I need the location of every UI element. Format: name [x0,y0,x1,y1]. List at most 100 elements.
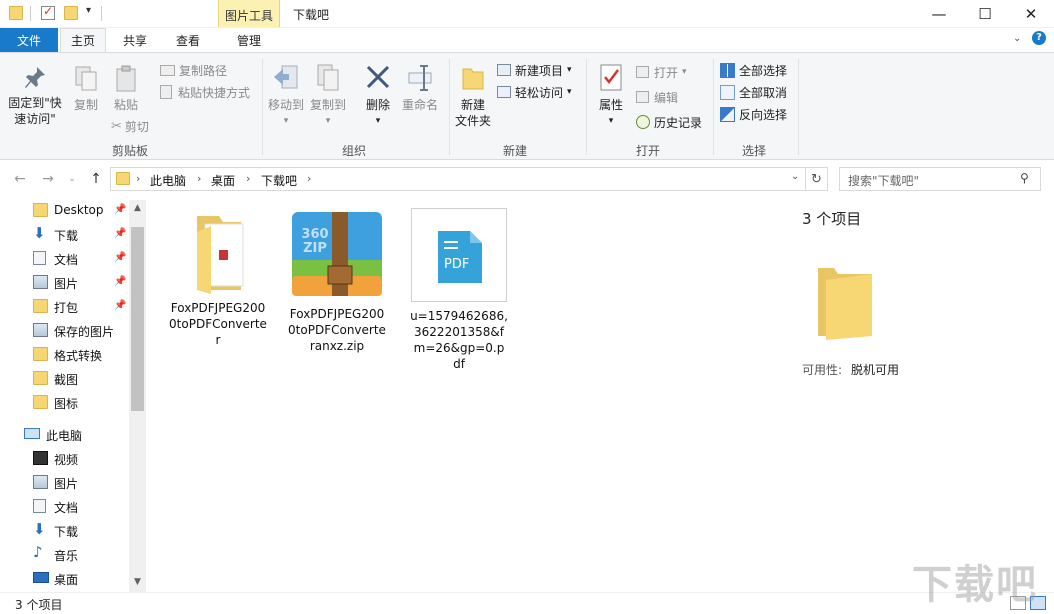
breadcrumb-desktop[interactable]: 桌面 [211,172,235,189]
nav-item-pc-downloads[interactable]: ⬇ 下载 [0,518,128,542]
file-item-folder[interactable]: FoxPDFJPEG2000toPDFConverter [169,210,267,348]
close-button[interactable]: ✕ [1008,0,1054,28]
search-input[interactable]: 搜索"下载吧" [848,172,919,189]
nav-item-label: 桌面 [54,573,79,587]
file-item-pdf[interactable]: PDF u=1579462686,3622201358&fm=26&gp=0.p… [410,208,508,372]
breadcrumb-this-pc[interactable]: 此电脑 [150,172,186,189]
quick-access-dropdown-icon[interactable]: ▾ [86,5,91,16]
properties-button[interactable]: 属性 ▾ [592,63,630,129]
chevron-down-icon[interactable]: ⌄ [1013,33,1021,44]
copy-to-label: 复制到 [309,98,346,112]
ribbon-tabs [0,28,1054,52]
rename-button[interactable]: 重命名 [400,63,440,113]
paste-shortcut-button[interactable]: 粘贴快捷方式 [160,82,250,102]
select-none-label: 全部取消 [739,85,788,100]
copy-label: 复制 [73,98,98,112]
copy-path-button[interactable]: 复制路径 [160,60,227,80]
help-icon[interactable]: ? [1032,31,1046,45]
nav-item-music[interactable]: ♪ 音乐 [0,542,128,566]
chevron-right-icon[interactable]: › [197,172,201,185]
scroll-down-icon[interactable]: ▼ [129,574,146,590]
scroll-up-icon[interactable]: ▲ [129,200,146,216]
maximize-button[interactable]: ☐ [962,0,1008,28]
select-all-button[interactable]: 全部选择 [720,60,787,80]
cut-button[interactable]: ✂ 剪切 [111,116,149,136]
nav-item-desktop[interactable]: Desktop 📌 [0,198,128,222]
chevron-right-icon[interactable]: › [307,172,311,185]
picture-icon [33,323,48,337]
edit-button[interactable]: 编辑 [636,87,678,107]
new-folder-icon[interactable] [64,6,78,20]
tab-share[interactable]: 共享 [112,28,158,52]
file-list: FoxPDFJPEG2000toPDFConverter 360 ZIP Fox… [150,196,778,592]
delete-label: 删除 [365,98,390,112]
nav-item-label: Desktop [54,203,104,217]
up-arrow-icon[interactable]: ↑ [86,170,106,188]
tab-view[interactable]: 查看 [165,28,211,52]
watermark-logo: 下载吧 [912,562,1038,608]
tab-file[interactable]: 文件 [0,28,58,52]
paste-icon [116,65,136,92]
nav-item-documents[interactable]: 文档 📌 [0,246,128,270]
nav-item-label: 保存的图片 [54,325,115,339]
copy-button[interactable]: 复制 [68,65,104,113]
nav-item-icons[interactable]: 图标 [0,390,128,414]
move-to-icon [274,65,298,89]
easy-access-label: 轻松访问 [515,85,564,100]
refresh-icon[interactable]: ↻ [806,167,828,191]
paste-shortcut-icon [160,85,172,99]
copy-icon [75,66,97,91]
chevron-down-icon: ▾ [325,116,331,126]
pdf-file-icon: PDF [411,208,507,302]
address-bar[interactable]: › 此电脑 › 桌面 › 下载吧 › ⌄ [110,167,806,191]
tab-manage[interactable]: 管理 [219,28,279,52]
copy-to-button[interactable]: 复制到 ▾ [308,63,348,129]
breadcrumb-current[interactable]: 下载吧 [261,172,297,189]
history-button[interactable]: 历史记录 [636,112,702,132]
folder-icon [33,203,48,217]
move-to-button[interactable]: 移动到 ▾ [266,63,306,129]
back-arrow-icon[interactable]: ← [10,170,30,188]
file-name: FoxPDFJPEG2000toPDFConverteranxz.zip [288,307,386,353]
paste-button[interactable]: 粘贴 [108,65,144,113]
forward-arrow-icon[interactable]: → [38,170,58,188]
nav-item-videos[interactable]: 视频 [0,446,128,470]
nav-scroll-thumb[interactable] [131,227,144,411]
new-folder-button[interactable]: 新建 文件夹 [452,63,494,129]
search-box[interactable]: 搜索"下载吧" ⚲ [839,167,1041,191]
chevron-down-icon: ▾ [567,87,572,97]
chevron-right-icon[interactable]: › [246,172,250,185]
address-dropdown-icon[interactable]: ⌄ [791,171,799,182]
chevron-right-icon[interactable]: › [136,172,140,185]
easy-access-button[interactable]: 轻松访问 ▾ [497,82,572,102]
nav-item-label: 格式转换 [54,349,103,363]
new-item-button[interactable]: 新建项目 ▾ [497,60,572,80]
window-title: 下载吧 [293,8,330,22]
nav-item-format-convert[interactable]: 格式转换 [0,342,128,366]
nav-item-downloads[interactable]: ⬇ 下载 📌 [0,222,128,246]
nav-item-package[interactable]: 打包 📌 [0,294,128,318]
properties-check-icon[interactable]: ✓ [41,4,55,20]
pin-to-quick-access-button[interactable]: 固定到"快 速访问" [4,65,66,127]
invert-selection-button[interactable]: 反向选择 [720,104,787,124]
tab-home[interactable]: 主页 [60,28,106,52]
minimize-button[interactable]: — [916,0,962,28]
select-none-button[interactable]: 全部取消 [720,82,787,102]
zip-badge-label: 360 ZIP [301,227,329,256]
picture-icon [33,275,48,289]
nav-item-this-pc[interactable]: 此电脑 [0,422,128,446]
nav-item-pc-pictures[interactable]: 图片 [0,470,128,494]
file-item-zip[interactable]: 360 ZIP FoxPDFJPEG2000toPDFConverteranxz… [288,210,386,354]
nav-item-pictures[interactable]: 图片 📌 [0,270,128,294]
ribbon: 固定到"快 速访问" 复制 粘贴 复制路径 粘贴快捷方式 ✂ 剪切 剪贴板 移动… [0,52,1054,160]
folder-icon [9,6,23,20]
search-icon[interactable]: ⚲ [1020,171,1029,185]
nav-item-pc-documents[interactable]: 文档 [0,494,128,518]
recent-locations-chevron-icon[interactable]: ⌄ [62,170,82,188]
nav-item-desktop-pc[interactable]: 桌面 [0,566,128,590]
nav-item-screenshots[interactable]: 截图 [0,366,128,390]
nav-item-saved-pictures[interactable]: 保存的图片 [0,318,128,342]
nav-item-label: 视频 [54,453,79,467]
delete-button[interactable]: 删除 ▾ [360,63,396,129]
open-button[interactable]: 打开 ▾ [636,62,687,82]
